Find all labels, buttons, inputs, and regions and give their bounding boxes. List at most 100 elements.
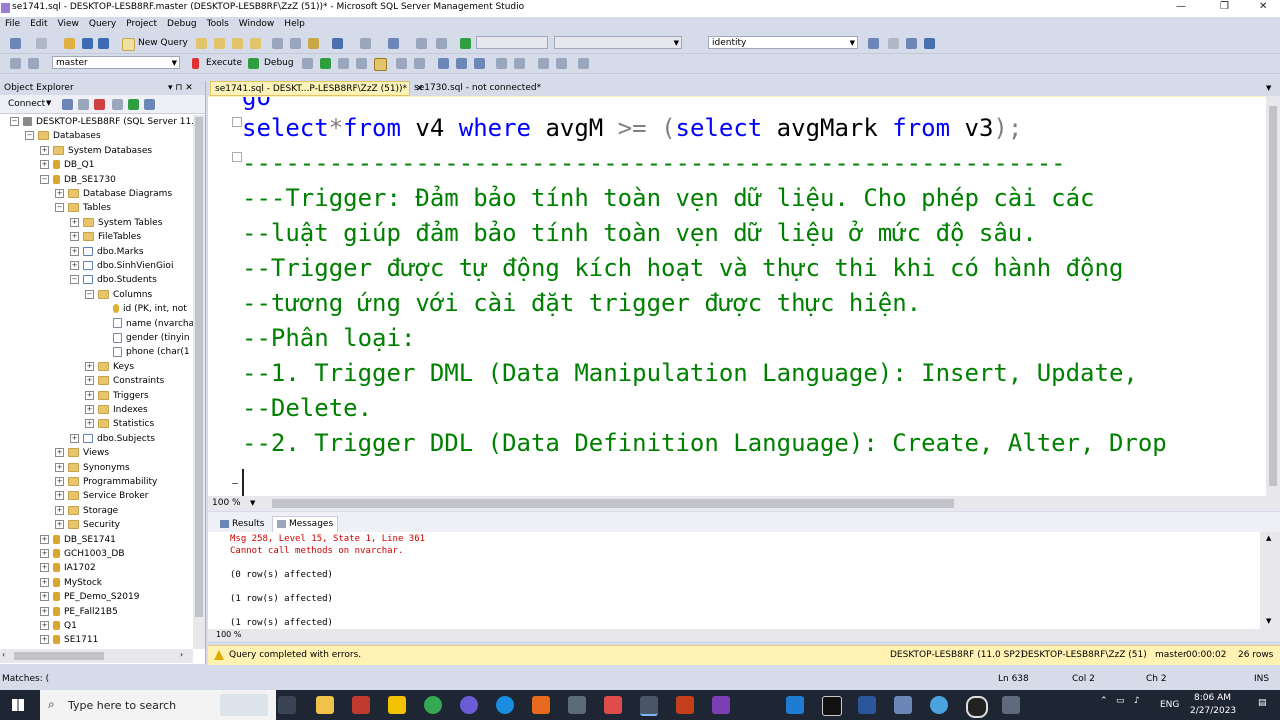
tree-node[interactable]: + Views bbox=[55, 446, 109, 460]
toolbox-icon[interactable] bbox=[888, 38, 899, 49]
app-icon-purple[interactable] bbox=[460, 696, 478, 714]
filter-icon[interactable] bbox=[112, 99, 123, 110]
expand-icon[interactable]: + bbox=[55, 189, 64, 198]
redo-icon[interactable] bbox=[360, 38, 371, 49]
tab-se1741[interactable]: se1741.sql - DESKT...P-LESB8RF\ZzZ (51))… bbox=[210, 81, 424, 96]
collapse-icon[interactable]: − bbox=[40, 174, 49, 184]
office-app-icon[interactable] bbox=[352, 696, 370, 714]
expand-icon[interactable]: + bbox=[55, 520, 64, 530]
tree-node[interactable]: + Security bbox=[55, 518, 120, 532]
menu-window[interactable]: Window bbox=[234, 17, 280, 29]
execute-icon[interactable] bbox=[192, 58, 199, 69]
collapse-icon[interactable]: − bbox=[10, 117, 19, 126]
connect-icon[interactable] bbox=[10, 58, 21, 69]
expand-icon[interactable]: + bbox=[70, 261, 79, 270]
chevron-down-icon[interactable]: ▼ bbox=[46, 99, 51, 107]
expand-icon[interactable]: + bbox=[55, 448, 64, 458]
tree-node[interactable]: + DB_Q1 bbox=[40, 158, 94, 172]
expand-icon[interactable]: + bbox=[85, 376, 94, 386]
scrollbar-thumb[interactable] bbox=[195, 117, 203, 617]
client-statistics-icon[interactable] bbox=[414, 58, 425, 69]
scroll-up-icon[interactable]: ▲ bbox=[1266, 534, 1271, 542]
xmla-query-icon[interactable] bbox=[250, 38, 261, 49]
stop-icon[interactable] bbox=[94, 99, 105, 110]
connect-dropdown[interactable]: Connect bbox=[8, 99, 45, 109]
menu-edit[interactable]: Edit bbox=[25, 17, 52, 29]
tree-node[interactable]: − dbo.Students bbox=[70, 273, 157, 287]
find-in-files-combo[interactable]: identity ▼ bbox=[708, 36, 858, 49]
panel-pin-close-icon[interactable]: ▾ ⊓ ✕ bbox=[168, 83, 193, 93]
object-explorer-icon[interactable] bbox=[906, 38, 917, 49]
tree-node[interactable]: + MyStock bbox=[40, 576, 102, 590]
mdx-query-icon[interactable] bbox=[232, 38, 243, 49]
results-to-grid-icon[interactable] bbox=[456, 58, 467, 69]
tree-node[interactable]: + Constraints bbox=[85, 374, 164, 388]
save-all-icon[interactable] bbox=[98, 38, 109, 49]
tree-node[interactable]: + dbo.Subjects bbox=[70, 432, 155, 446]
menu-help[interactable]: Help bbox=[279, 17, 310, 29]
tab-overflow-icon[interactable]: ▼ bbox=[1266, 84, 1271, 92]
tree-node[interactable]: + Indexes bbox=[85, 403, 148, 417]
editor-vertical-scrollbar[interactable] bbox=[1266, 96, 1280, 496]
disconnect-icon[interactable] bbox=[78, 99, 89, 110]
intellij-icon[interactable] bbox=[822, 696, 842, 716]
scroll-right-icon[interactable]: › bbox=[180, 650, 183, 659]
include-plan-icon[interactable] bbox=[396, 58, 407, 69]
tree-node[interactable]: + Keys bbox=[85, 360, 134, 374]
expand-icon[interactable]: + bbox=[40, 549, 49, 558]
results-to-file-icon[interactable] bbox=[474, 58, 485, 69]
tree-node[interactable]: + dbo.Marks bbox=[70, 245, 144, 259]
properties-icon[interactable] bbox=[868, 38, 879, 49]
scroll-down-icon[interactable]: ▼ bbox=[1266, 617, 1271, 625]
refresh-icon[interactable] bbox=[128, 99, 139, 110]
comment-icon[interactable] bbox=[496, 58, 507, 69]
object-explorer-vertical-scrollbar[interactable] bbox=[193, 115, 205, 649]
editor-zoom-level[interactable]: 100 % bbox=[212, 498, 241, 508]
language-indicator[interactable]: ENG bbox=[1160, 700, 1179, 710]
collapse-icon[interactable]: − bbox=[70, 275, 79, 285]
tree-node[interactable]: − Databases bbox=[25, 129, 101, 143]
close-button[interactable]: ✕ bbox=[1259, 1, 1267, 12]
open-file-icon[interactable] bbox=[64, 38, 75, 49]
tree-node[interactable]: + dbo.SinhVienGioi bbox=[70, 259, 173, 273]
vscode-icon[interactable] bbox=[786, 696, 804, 714]
tree-node[interactable]: + Storage bbox=[55, 504, 118, 518]
menu-tools[interactable]: Tools bbox=[202, 17, 234, 29]
intellisense-icon[interactable] bbox=[374, 58, 387, 71]
collapse-icon[interactable]: − bbox=[55, 203, 64, 213]
expand-icon[interactable]: + bbox=[55, 491, 64, 501]
save-icon[interactable] bbox=[82, 38, 93, 49]
tree-node[interactable]: + IA1702 bbox=[40, 561, 96, 575]
expand-icon[interactable]: + bbox=[70, 232, 79, 242]
edge-icon[interactable] bbox=[496, 696, 514, 714]
display-estimated-plan-icon[interactable] bbox=[338, 58, 349, 69]
app-icon-red[interactable] bbox=[604, 696, 622, 714]
expand-icon[interactable]: + bbox=[40, 145, 49, 155]
back-icon[interactable] bbox=[10, 38, 21, 49]
tree-node[interactable]: + SE1711 bbox=[40, 633, 98, 647]
expand-icon[interactable]: + bbox=[85, 405, 94, 414]
tree-node[interactable]: + PE_Demo_S2019 bbox=[40, 590, 139, 604]
tree-node[interactable]: + GCH1003_DB bbox=[40, 547, 125, 561]
notifications-icon[interactable]: ▤ bbox=[1258, 698, 1267, 708]
task-view-icon[interactable] bbox=[278, 696, 296, 714]
navigate-backward-icon[interactable] bbox=[388, 38, 399, 49]
query-designer-icon[interactable] bbox=[356, 58, 367, 69]
connect-engine-icon[interactable] bbox=[62, 99, 73, 110]
uncomment-icon[interactable] bbox=[514, 58, 525, 69]
app-icon-dark[interactable] bbox=[1002, 696, 1020, 714]
cancel-query-icon[interactable] bbox=[302, 58, 313, 69]
new-project-icon[interactable] bbox=[36, 38, 47, 49]
increase-indent-icon[interactable] bbox=[556, 58, 567, 69]
expand-icon[interactable]: + bbox=[40, 621, 49, 630]
calculator-icon[interactable] bbox=[894, 696, 912, 714]
tree-node[interactable]: id (PK, int, not bbox=[100, 302, 187, 316]
app-icon-gray[interactable] bbox=[568, 696, 586, 714]
expand-icon[interactable]: + bbox=[40, 563, 49, 573]
menu-query[interactable]: Query bbox=[84, 17, 121, 29]
tree-node[interactable]: + System Tables bbox=[70, 216, 162, 230]
tree-node[interactable]: + FileTables bbox=[70, 230, 141, 244]
menu-file[interactable]: File bbox=[0, 17, 25, 29]
visual-studio-icon[interactable] bbox=[712, 696, 730, 714]
expand-icon[interactable]: + bbox=[85, 419, 94, 429]
